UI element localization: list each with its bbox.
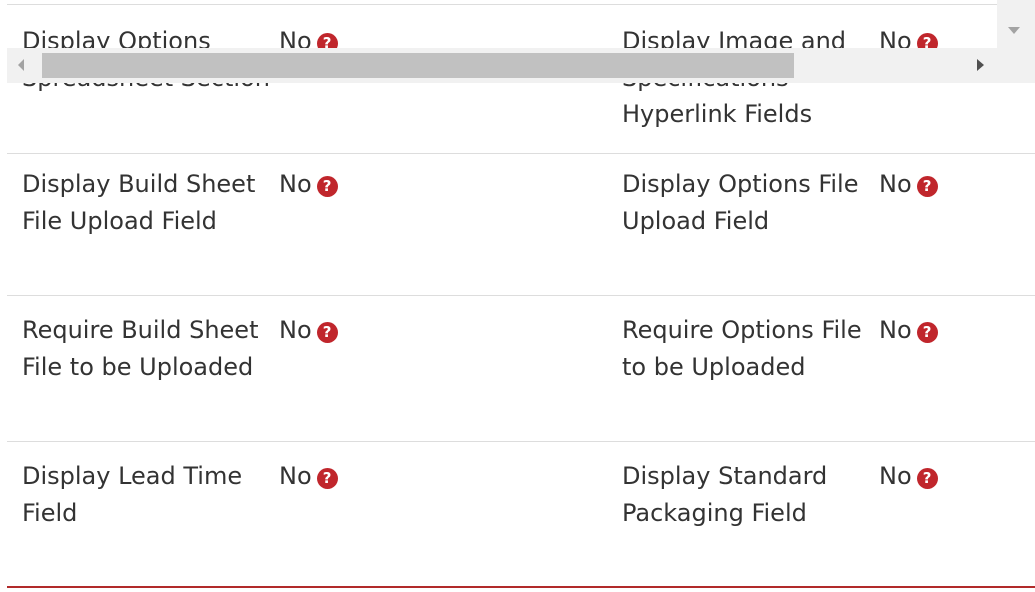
setting-value-text: No [879,316,912,344]
settings-table: Display Options Spreadsheet Section No? … [7,0,1035,587]
scroll-down-arrow-icon[interactable] [1008,27,1020,34]
question-circle-icon[interactable]: ? [916,322,938,343]
scroll-left-arrow-icon[interactable] [18,59,24,71]
setting-value: No? [279,458,338,495]
setting-label: Display Standard Packaging Field [622,462,828,527]
scroll-right-arrow-icon[interactable] [977,59,984,71]
question-circle-icon[interactable]: ? [916,176,938,197]
vertical-scrollbar[interactable] [997,0,1035,83]
setting-value: No? [879,312,938,349]
question-circle-icon[interactable]: ? [916,468,938,489]
setting-value-text: No [879,170,912,198]
setting-value: No? [279,312,338,349]
setting-value-text: No [279,170,312,198]
setting-value: No? [879,166,938,203]
setting-label: Display Options File Upload Field [622,170,859,235]
setting-label: Require Options File to be Uploaded [622,316,862,381]
settings-row: Require Build Sheet File to be Uploaded … [7,296,1035,442]
question-circle-icon[interactable]: ? [316,176,338,197]
section-bottom-rule [7,586,1035,588]
setting-value-text: No [879,462,912,490]
setting-label: Require Build Sheet File to be Uploaded [22,316,259,381]
setting-value-text: No [279,316,312,344]
settings-row: Display Build Sheet File Upload Field No… [7,150,1035,296]
setting-value-text: No [279,462,312,490]
horizontal-scrollbar[interactable] [7,48,997,83]
setting-value: No? [279,166,338,203]
setting-label: Display Lead Time Field [22,462,243,527]
setting-value: No? [879,458,938,495]
settings-table-viewport[interactable]: Display Options Spreadsheet Section No? … [0,0,1035,592]
settings-row: Display Lead Time Field No? Display Stan… [7,442,1035,587]
question-circle-icon[interactable]: ? [316,468,338,489]
horizontal-scroll-thumb[interactable] [42,53,794,78]
question-circle-icon[interactable]: ? [316,322,338,343]
setting-label: Display Build Sheet File Upload Field [22,170,256,235]
